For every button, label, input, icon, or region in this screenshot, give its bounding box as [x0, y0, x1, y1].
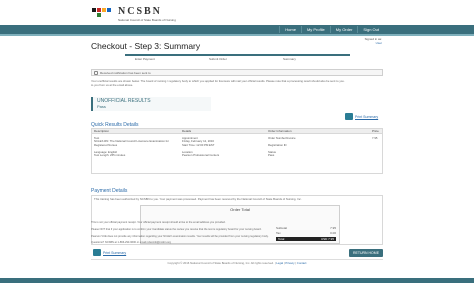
- step-summary: Summary: [283, 57, 296, 61]
- nav-my-profile-link[interactable]: My Profile: [300, 26, 330, 33]
- print-summary-link-top[interactable]: Print Summary: [355, 115, 378, 119]
- footer-divider: [91, 259, 383, 260]
- notice-text: Received notification has been sent to: [100, 71, 151, 75]
- ncsbn-logo[interactable]: NCSBN National Council of State Boards o…: [92, 6, 212, 26]
- footer-privacy-link[interactable]: Privacy: [285, 261, 294, 265]
- questions-note: Questions? NCSBN at 1-866-293-9600 or em…: [91, 241, 171, 244]
- top-nav: Home My Profile My Order Sign Out: [279, 26, 384, 33]
- logo-subtitle: National Council of State Boards of Nurs…: [118, 18, 176, 22]
- logo-squares-icon: [92, 8, 116, 18]
- printer-icon-bottom[interactable]: [93, 249, 101, 256]
- return-home-button[interactable]: RETURN HOME: [349, 249, 383, 257]
- price-cell: 7.95: [372, 136, 378, 140]
- receipt-note: This is not your official payment receip…: [91, 221, 226, 224]
- step-submit-order: Submit Order: [209, 57, 227, 61]
- col-price: Price: [372, 129, 379, 133]
- footer-contact-link[interactable]: Contact: [297, 261, 307, 265]
- description-cell: Test NCLEX-RN: The National Council Lice…: [94, 136, 169, 158]
- copyright-text: Copyright © 2016 National Council of Sta…: [167, 261, 274, 265]
- page-footer: Copyright © 2016 National Council of Sta…: [167, 261, 307, 265]
- nav-my-order-link[interactable]: My Order: [329, 26, 358, 33]
- col-details: Details: [182, 129, 192, 133]
- payment-note: This training has been authorized by NCS…: [94, 197, 302, 201]
- nav-sign-out-link[interactable]: Sign Out: [357, 26, 384, 33]
- unofficial-results-box: UNOFFICIAL RESULTS Pass: [91, 97, 211, 111]
- top-navbar: [0, 25, 474, 34]
- table-header: Description Details Order Information Pr…: [92, 129, 382, 134]
- bottom-bar: [0, 278, 474, 283]
- nav-home-link[interactable]: Home: [279, 26, 301, 33]
- footer-legal-link[interactable]: Legal: [276, 261, 283, 265]
- printer-icon[interactable]: [345, 113, 353, 120]
- results-status: Pass: [97, 104, 106, 109]
- navbar-strip: [0, 34, 474, 36]
- candidate-note: Please NOT that if your application is t…: [91, 228, 262, 231]
- order-info-cell: Order Number/Invoice Registration ID Sta…: [268, 136, 296, 158]
- desc-line: Test Length: 265 minutes: [94, 153, 126, 158]
- print-summary-link-bottom[interactable]: Print Summary: [103, 251, 126, 255]
- signed-in-info: Signed in as: User: [365, 37, 382, 45]
- quick-results-table: Description Details Order Information Pr…: [91, 128, 383, 174]
- step-enter-payment: Enter Payment: [135, 57, 155, 61]
- order-line: Order Number/Invoice: [268, 136, 296, 140]
- col-order-information: Order Information: [268, 129, 292, 133]
- page: NCSBN National Council of State Boards o…: [0, 0, 474, 283]
- checkout-progress-bar: [125, 54, 350, 56]
- envelope-icon: [94, 71, 98, 75]
- payment-details-title: Payment Details: [91, 188, 128, 194]
- details-cell: Appointment Friday, February 12, 2016 St…: [182, 136, 220, 158]
- signed-in-user-link[interactable]: User: [376, 41, 382, 45]
- intro-paragraph: Your unofficial results are shown below.…: [91, 79, 383, 87]
- order-line: Pass: [268, 153, 275, 158]
- results-note: Pearson VUE does not provide any informa…: [91, 235, 269, 238]
- order-total-title: Order Total: [230, 207, 250, 212]
- page-title: Checkout - Step 3: Summary: [91, 41, 201, 51]
- intro-line-1: Your unofficial results are shown below.…: [91, 79, 345, 83]
- details-line: Start Time: 12:00 PM EST: [182, 142, 215, 147]
- logo-text: NCSBN: [118, 6, 162, 17]
- notification-notice: Received notification has been sent to: [91, 69, 383, 76]
- col-description: Description: [94, 129, 110, 133]
- intro-line-2: to you from us at the email above.: [91, 82, 134, 87]
- details-line: Pearson Professional Centers: [182, 153, 220, 158]
